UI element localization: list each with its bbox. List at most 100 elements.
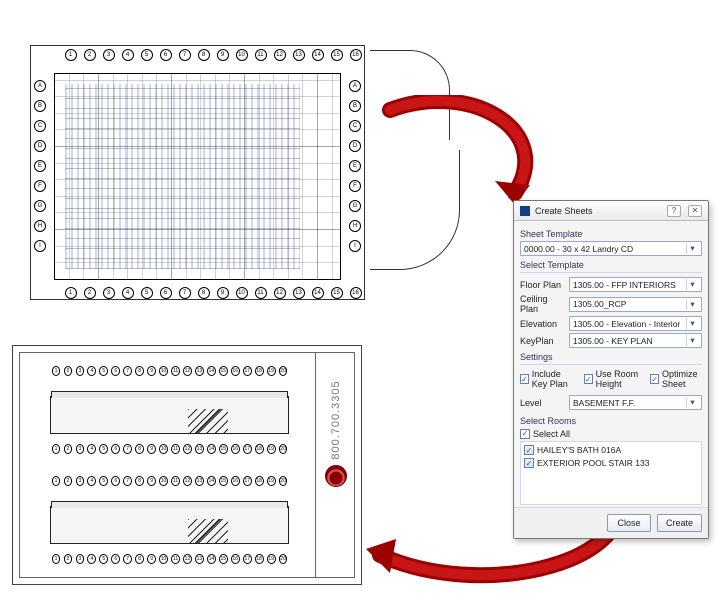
elevation-sheet: 800.700.3305 123456789101112131415161718…	[12, 345, 362, 585]
dialog-titlebar[interactable]: Create Sheets ? ✕	[514, 201, 708, 221]
grid-bubble: 3	[103, 287, 115, 299]
elevation-combo[interactable]: 1305.00 - Elevation - Interior ▾	[569, 316, 702, 331]
ceiling-plan-combo[interactable]: 1305.00_RCP ▾	[569, 297, 702, 312]
use-room-height-checkbox[interactable]: ✓Use Room Height	[584, 369, 642, 389]
building-elevation	[50, 506, 289, 544]
grid-bubble: 17	[243, 554, 252, 564]
grid-bubble: 3	[76, 366, 85, 376]
field-label: Level	[520, 398, 564, 408]
dialog-title: Create Sheets	[535, 206, 593, 216]
grid-bubble: 1	[52, 476, 61, 486]
grid-bubble: 11	[171, 366, 180, 376]
grid-bubble: 5	[141, 49, 153, 61]
grid-bubble: 11	[171, 554, 180, 564]
chevron-down-icon: ▾	[686, 335, 698, 346]
grid-bubble: 15	[219, 554, 228, 564]
grid-bubble: 8	[135, 476, 144, 486]
grid-bubble: 14	[207, 366, 216, 376]
grid-bubble: 5	[99, 366, 108, 376]
grid-bubble: 1	[65, 287, 77, 299]
level-combo[interactable]: BASEMENT F.F. ▾	[569, 395, 702, 410]
grid-bubble: 9	[147, 554, 156, 564]
grid-bubble: 16	[231, 554, 240, 564]
grid-bubble: 6	[160, 287, 172, 299]
floor-plan-combo[interactable]: 1305.00 - FFP INTERIORS ▾	[569, 277, 702, 292]
grid-bubble: 17	[243, 444, 252, 454]
close-button[interactable]: Close	[607, 514, 651, 532]
grid-bubble: 9	[147, 476, 156, 486]
close-icon[interactable]: ✕	[688, 205, 702, 217]
grid-bubble: 11	[255, 287, 267, 299]
room-label: HAILEY'S BATH 016A	[537, 445, 621, 455]
create-button[interactable]: Create	[657, 514, 702, 532]
phone-number: 800.700.3305	[330, 380, 342, 459]
grid-bubble: A	[34, 80, 46, 92]
chevron-down-icon: ▾	[686, 279, 698, 290]
grid-bubble: 7	[123, 366, 132, 376]
grid-bubble: C	[34, 120, 46, 132]
grid-bubble: 9	[217, 287, 229, 299]
room-item[interactable]: ✓HAILEY'S BATH 016A	[524, 444, 698, 457]
grid-bubble: 12	[183, 444, 192, 454]
grid-bubble: 11	[171, 444, 180, 454]
grid-bubble: H	[349, 220, 361, 232]
stair-icon	[188, 409, 228, 433]
site-curve	[370, 150, 460, 270]
grid-bubble: 4	[87, 554, 96, 564]
field-label: Ceiling Plan	[520, 294, 564, 314]
grid-bubble: 20	[279, 476, 288, 486]
grid-bubble: 4	[122, 287, 134, 299]
grid-bubble: B	[34, 100, 46, 112]
grid-bubble: 16	[231, 476, 240, 486]
grid-bubble: 3	[103, 49, 115, 61]
grid-bubble: 7	[123, 444, 132, 454]
grid-bubble: 9	[217, 49, 229, 61]
grid-bubble: 17	[243, 366, 252, 376]
grid-bubble: 14	[312, 49, 324, 61]
grid-bubble: 7	[123, 554, 132, 564]
grid-bubble: 18	[255, 476, 264, 486]
company-logo-icon	[325, 465, 347, 487]
grid-bubble: 18	[255, 444, 264, 454]
grid-bubble: 15	[219, 366, 228, 376]
combo-value: 1305.00 - FFP INTERIORS	[573, 280, 683, 290]
room-item[interactable]: ✓EXTERIOR POOL STAIR 133	[524, 457, 698, 470]
grid-bubble: 19	[267, 554, 276, 564]
grid-bubble: 10	[159, 444, 168, 454]
field-label: Elevation	[520, 319, 564, 329]
grid-bubble: 16	[231, 444, 240, 454]
select-all-checkbox[interactable]: ✓Select All	[520, 429, 570, 439]
grid-bubble: 13	[293, 49, 305, 61]
include-key-plan-checkbox[interactable]: ✓Include Key Plan	[520, 369, 576, 389]
grid-bubble: F	[34, 180, 46, 192]
grid-bubble: 20	[279, 444, 288, 454]
section-label: Select Template	[520, 260, 702, 270]
chevron-down-icon: ▾	[686, 243, 698, 254]
grid-bubble: 1	[52, 444, 61, 454]
grid-bubble: A	[349, 80, 361, 92]
grid-bubble: 13	[195, 444, 204, 454]
combo-value: 1305.00 - KEY PLAN	[573, 336, 683, 346]
grid-bubble: 7	[123, 476, 132, 486]
help-button[interactable]: ?	[667, 205, 681, 217]
grid-bubble: 2	[84, 49, 96, 61]
rooms-list[interactable]: ✓HAILEY'S BATH 016A ✓EXTERIOR POOL STAIR…	[520, 441, 702, 505]
optimize-sheet-checkbox[interactable]: ✓Optimize Sheet	[650, 369, 702, 389]
sheet-template-combo[interactable]: 0000.00 - 30 x 42 Landry CD ▾	[520, 241, 702, 256]
grid-bubble: 13	[195, 554, 204, 564]
grid-bubble: 5	[99, 554, 108, 564]
grid-bubble: 6	[111, 554, 120, 564]
grid-bubble: 15	[331, 49, 343, 61]
elevation-view: 1234567891011121314151617181920 12345678…	[25, 366, 309, 454]
floor-plan-drawing: 12345678910111213141516 1234567891011121…	[30, 45, 365, 300]
elevation-view: 1234567891011121314151617181920 12345678…	[25, 476, 309, 564]
grid-bubble: 2	[64, 366, 73, 376]
grid-bubble: 14	[312, 287, 324, 299]
grid-bubble: G	[349, 200, 361, 212]
grid-bubble: 8	[135, 444, 144, 454]
grid-bubble: 10	[159, 366, 168, 376]
key-plan-combo[interactable]: 1305.00 - KEY PLAN ▾	[569, 333, 702, 348]
grid-bubble: G	[34, 200, 46, 212]
checkbox-label: Use Room Height	[596, 369, 643, 389]
grid-bubble: E	[349, 160, 361, 172]
